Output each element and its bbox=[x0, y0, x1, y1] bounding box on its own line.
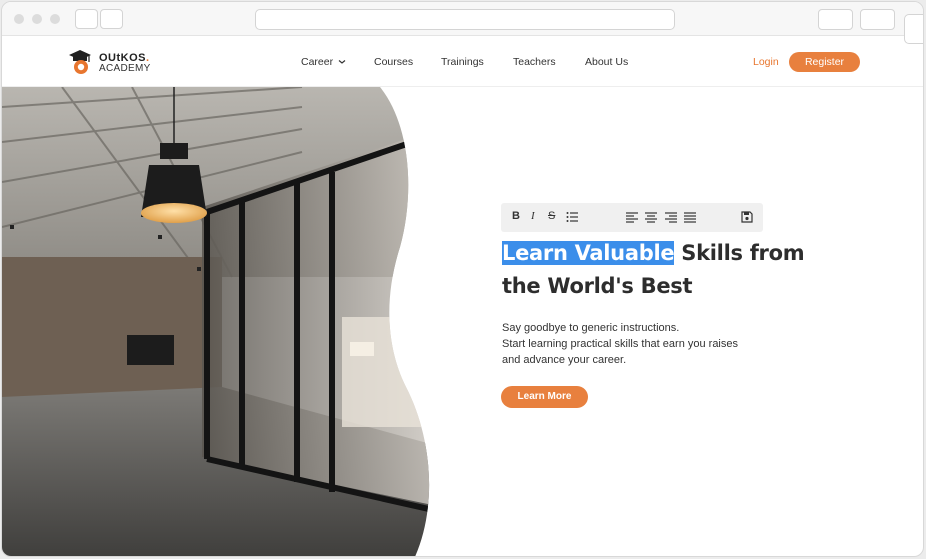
selected-text[interactable]: Learn Valuable bbox=[502, 241, 675, 265]
nav-teachers[interactable]: Teachers bbox=[513, 56, 556, 68]
register-button[interactable]: Register bbox=[789, 52, 860, 72]
justify-icon[interactable] bbox=[684, 211, 696, 223]
align-right-icon[interactable] bbox=[665, 211, 677, 223]
login-link[interactable]: Login bbox=[753, 56, 779, 68]
logo-subtitle: ACADEMY bbox=[99, 63, 151, 74]
back-button[interactable] bbox=[75, 9, 98, 29]
window-close-dot[interactable] bbox=[14, 14, 24, 24]
description-line: and advance your career. bbox=[502, 354, 627, 366]
chevron-down-icon bbox=[338, 60, 346, 64]
save-icon[interactable] bbox=[741, 211, 753, 223]
nav-courses[interactable]: Courses bbox=[374, 56, 413, 68]
bold-icon[interactable]: B bbox=[512, 210, 520, 222]
window-corner-tab bbox=[904, 14, 923, 44]
forward-button[interactable] bbox=[100, 9, 123, 29]
strikethrough-icon[interactable]: S bbox=[548, 210, 555, 222]
nav-trainings[interactable]: Trainings bbox=[441, 56, 484, 68]
browser-action-button[interactable] bbox=[818, 9, 853, 30]
description-line: Start learning practical skills that ear… bbox=[502, 338, 738, 350]
browser-toolbar bbox=[2, 2, 923, 36]
text-editor-toolbar: B I S bbox=[501, 203, 763, 232]
hero-headline: Learn Valuable Skills from the World's B… bbox=[502, 237, 832, 303]
learn-more-button[interactable]: Learn More bbox=[501, 386, 588, 408]
align-left-icon[interactable] bbox=[626, 211, 638, 223]
hero-office-photo bbox=[2, 87, 430, 556]
hero-description: Say goodbye to generic instructions. Sta… bbox=[502, 320, 802, 368]
window-maximize-dot[interactable] bbox=[50, 14, 60, 24]
align-center-icon[interactable] bbox=[645, 211, 657, 223]
address-bar[interactable] bbox=[255, 9, 675, 30]
browser-window: OUtKOS. ACADEMY Career Courses Trainings… bbox=[1, 1, 924, 557]
graduation-cap-logo-icon bbox=[69, 50, 91, 74]
nav-about-us[interactable]: About Us bbox=[585, 56, 628, 68]
site-header: OUtKOS. ACADEMY Career Courses Trainings… bbox=[2, 37, 923, 87]
italic-icon[interactable]: I bbox=[531, 210, 535, 222]
window-minimize-dot[interactable] bbox=[32, 14, 42, 24]
bulleted-list-icon[interactable] bbox=[566, 211, 578, 223]
description-line: Say goodbye to generic instructions. bbox=[502, 322, 680, 334]
browser-menu-button[interactable] bbox=[860, 9, 895, 30]
nav-career[interactable]: Career bbox=[301, 56, 346, 68]
logo[interactable]: OUtKOS. ACADEMY bbox=[68, 48, 158, 78]
